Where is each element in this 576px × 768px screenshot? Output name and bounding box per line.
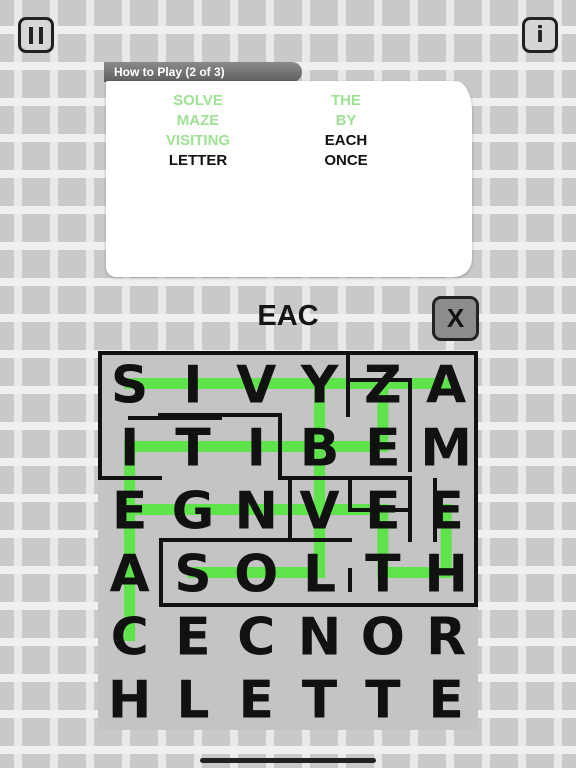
letter-cell[interactable]: Z [364, 356, 402, 416]
letter-cell[interactable]: G [172, 482, 215, 542]
letter-cell[interactable]: M [420, 419, 472, 479]
letter-cell[interactable]: E [112, 482, 148, 542]
letter-cell[interactable]: T [302, 671, 338, 731]
letter-cell[interactable]: R [426, 608, 466, 668]
letter-cell[interactable]: E [365, 482, 401, 542]
letter-cell[interactable]: C [111, 608, 149, 668]
letter-cell[interactable]: V [236, 356, 276, 416]
letter-cell[interactable]: N [298, 608, 342, 668]
letter-cell[interactable]: T [175, 419, 211, 479]
home-indicator [200, 758, 376, 763]
letter-maze-board[interactable]: S I V Y Z AI T I B E ME G N V E EA S O L T HC E C N O RH L E T T E [0, 0, 576, 768]
letter-cell[interactable]: E [365, 419, 401, 479]
letter-cell[interactable]: A [426, 356, 466, 416]
letter-cell[interactable]: H [108, 671, 152, 731]
letter-cell[interactable]: I [247, 419, 266, 479]
letter-cell[interactable]: T [365, 671, 401, 731]
letter-cell[interactable]: I [120, 419, 139, 479]
letter-cell[interactable]: B [300, 419, 340, 479]
letter-cell[interactable]: S [111, 356, 148, 416]
letter-cell[interactable]: T [365, 545, 401, 605]
letter-cell[interactable]: I [183, 356, 202, 416]
letter-cell[interactable]: N [234, 482, 278, 542]
letter-cell[interactable]: E [428, 671, 464, 731]
letter-cell[interactable]: H [424, 545, 468, 605]
letter-cell[interactable]: O [361, 608, 405, 668]
letter-cell[interactable]: L [303, 545, 336, 605]
letter-cell[interactable]: E [238, 671, 274, 731]
letter-cell[interactable]: A [110, 545, 150, 605]
letter-cell[interactable]: C [237, 608, 275, 668]
letter-cell[interactable]: S [174, 545, 211, 605]
letter-cell[interactable]: Y [300, 356, 340, 416]
letter-cell[interactable]: E [175, 608, 211, 668]
letter-cell[interactable]: E [428, 482, 464, 542]
letter-cell[interactable]: O [234, 545, 278, 605]
letter-cell[interactable]: V [299, 482, 339, 542]
letter-cell[interactable]: L [176, 671, 209, 731]
